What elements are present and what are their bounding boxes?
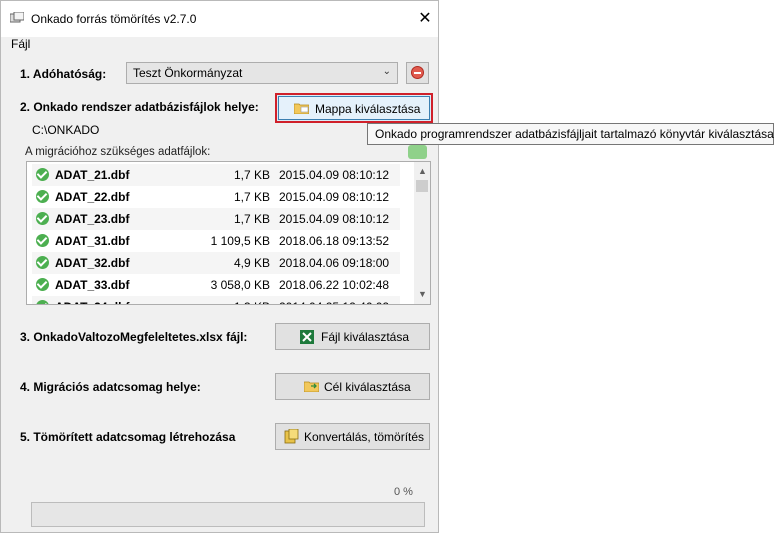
files-label: A migrációhoz szükséges adatfájlok: <box>25 146 211 158</box>
file-size: 4,9 KB <box>233 256 270 270</box>
step2-label: 2. Onkado rendszer adatbázisfájlok helye… <box>20 100 259 114</box>
file-size: 1,7 KB <box>233 190 270 204</box>
progress-bar <box>31 502 425 527</box>
archive-icon <box>284 429 299 444</box>
authority-combo-value: Teszt Önkormányzat <box>133 66 243 80</box>
convert-label: Konvertálás, tömörítés <box>304 430 425 444</box>
convert-button[interactable]: Konvertálás, tömörítés <box>275 423 430 450</box>
file-date: 2015.04.09 08:10:12 <box>279 212 390 226</box>
title-bar: Onkado forrás tömörítés v2.7.0 ✕ <box>1 1 438 37</box>
menu-file[interactable]: Fájl <box>11 37 30 51</box>
list-item[interactable]: ADAT_34.dbf 1,3 KB 2014.04.25 12:46:02 <box>32 296 400 304</box>
file-date: 2015.04.09 08:10:12 <box>279 190 390 204</box>
chevron-down-icon: ⌄ <box>382 66 391 77</box>
file-name: ADAT_23.dbf <box>55 212 130 226</box>
file-date: 2018.04.06 09:18:00 <box>279 256 390 270</box>
list-item[interactable]: ADAT_32.dbf 4,9 KB 2018.04.06 09:18:00 <box>32 252 400 274</box>
delete-icon <box>411 66 424 79</box>
step4-label: 4. Migrációs adatcsomag helye: <box>20 380 201 394</box>
folder-tooltip: Onkado programrendszer adatbázisfájljait… <box>367 123 774 145</box>
check-ok-icon <box>36 212 49 225</box>
file-name: ADAT_32.dbf <box>55 256 130 270</box>
window-title: Onkado forrás tömörítés v2.7.0 <box>31 12 197 26</box>
file-date: 2018.06.22 10:02:48 <box>279 278 390 292</box>
step5-label: 5. Tömörített adatcsomag létrehozása <box>20 430 236 444</box>
check-ok-icon <box>36 190 49 203</box>
file-size: 1,3 KB <box>234 300 270 304</box>
files-list[interactable]: ADAT_21.dbf 1,7 KB 2015.04.09 08:10:12 ADAT… <box>26 161 431 305</box>
file-size: 1 109,5 KB <box>210 234 270 248</box>
refresh-icon[interactable] <box>408 145 427 159</box>
scroll-thumb[interactable] <box>416 180 428 192</box>
file-size: 1,7 KB <box>233 168 270 182</box>
select-file-button[interactable]: Fájl kiválasztása <box>275 323 430 350</box>
folder-icon <box>304 381 319 392</box>
select-folder-button[interactable]: Mappa kiválasztása <box>275 93 433 123</box>
file-name: ADAT_22.dbf <box>55 190 130 204</box>
source-path: C:\ONKADO <box>32 123 100 137</box>
menu-bar: Fájl <box>1 37 438 55</box>
close-button[interactable]: ✕ <box>414 10 436 28</box>
file-name: ADAT_33.dbf <box>55 278 130 292</box>
list-item[interactable]: ADAT_31.dbf 1 109,5 KB 2018.06.18 09:13:52 <box>32 230 400 252</box>
scroll-down-icon[interactable]: ▼ <box>418 289 427 299</box>
main-window: Onkado forrás tömörítés v2.7.0 ✕ Fájl 1.… <box>0 0 439 533</box>
file-size: 1,7 KB <box>233 212 270 226</box>
files-scrollbar[interactable]: ▲ ▼ <box>414 162 430 304</box>
list-item[interactable]: ADAT_22.dbf 1,7 KB 2015.04.09 08:10:12 <box>32 186 400 208</box>
file-date: 2018.06.18 09:13:52 <box>279 234 390 248</box>
check-ok-icon <box>36 168 49 181</box>
step1-label: 1. Adóhatóság: <box>20 67 107 81</box>
file-date: 2014.04.25 12:46:02 <box>279 300 389 304</box>
select-target-button[interactable]: Cél kiválasztása <box>275 373 430 400</box>
check-ok-icon <box>36 234 49 247</box>
list-item[interactable]: ADAT_33.dbf 3 058,0 KB 2018.06.22 10:02:48 <box>32 274 400 296</box>
file-size: 3 058,0 KB <box>210 278 270 292</box>
progress-percent: 0 % <box>394 486 413 498</box>
file-name: ADAT_21.dbf <box>55 168 130 182</box>
select-file-label: Fájl kiválasztása <box>321 330 410 344</box>
app-icon <box>10 12 24 23</box>
check-ok-icon <box>36 300 49 304</box>
tooltip-text: Onkado programrendszer adatbázisfájljait… <box>375 127 774 141</box>
select-folder-label: Mappa kiválasztása <box>315 102 421 116</box>
scroll-up-icon[interactable]: ▲ <box>418 166 427 176</box>
authority-combo[interactable]: Teszt Önkormányzat ⌄ <box>126 62 398 84</box>
excel-icon <box>300 330 314 344</box>
step3-label: 3. OnkadoValtozoMegfeleltetes.xlsx fájl: <box>20 330 248 344</box>
list-item[interactable]: ADAT_21.dbf 1,7 KB 2015.04.09 08:10:12 <box>32 164 400 186</box>
check-ok-icon <box>36 278 49 291</box>
folder-icon <box>294 103 309 114</box>
list-item[interactable]: ADAT_23.dbf 1,7 KB 2015.04.09 08:10:12 <box>32 208 400 230</box>
file-date: 2015.04.09 08:10:12 <box>279 168 390 182</box>
select-target-label: Cél kiválasztása <box>324 380 411 394</box>
delete-authority-button[interactable] <box>406 62 429 84</box>
file-name: ADAT_34.dbf <box>55 300 129 304</box>
check-ok-icon <box>36 256 49 269</box>
file-name: ADAT_31.dbf <box>55 234 130 248</box>
